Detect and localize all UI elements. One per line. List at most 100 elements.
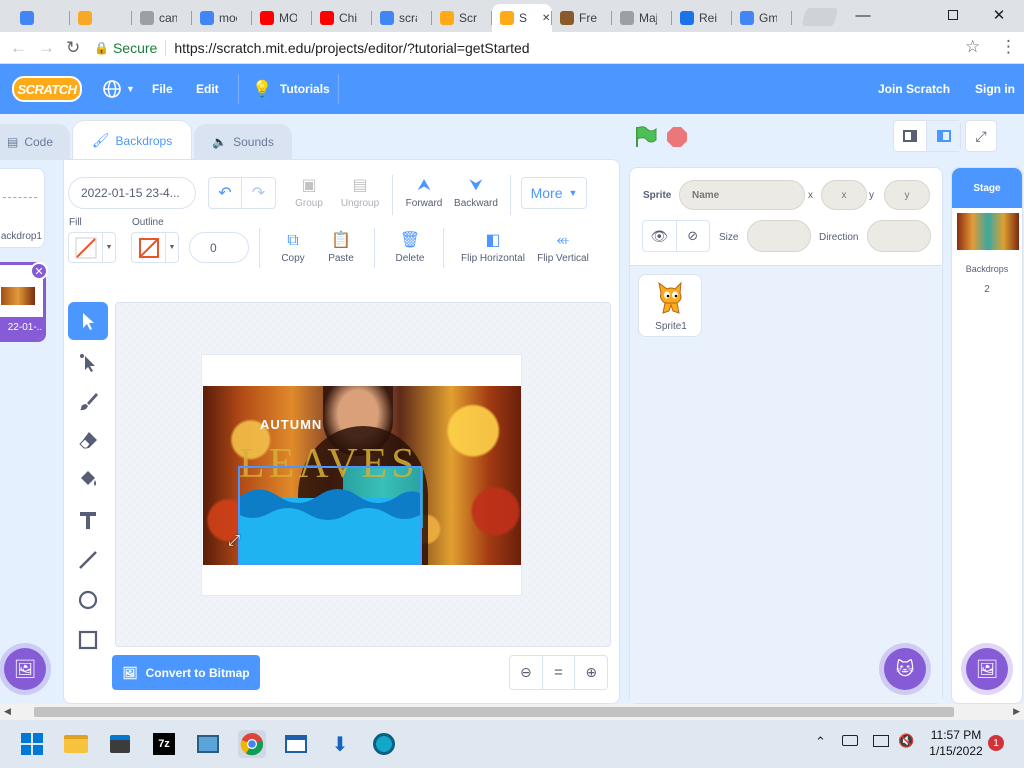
eraser-tool[interactable] bbox=[68, 421, 108, 459]
downloads-button[interactable]: ⬇ bbox=[326, 730, 354, 758]
7zip-button[interactable]: 7z bbox=[150, 730, 178, 758]
clock[interactable]: 11:57 PM 1/15/2022 bbox=[926, 728, 986, 758]
outline-width-input[interactable] bbox=[189, 232, 249, 263]
copy-button[interactable]: ⧉ Copy bbox=[278, 232, 308, 264]
green-flag-button[interactable] bbox=[632, 124, 658, 150]
x-input[interactable]: x bbox=[821, 180, 867, 210]
scroll-right-icon[interactable]: ▶ bbox=[1013, 706, 1020, 717]
text-tool[interactable] bbox=[68, 501, 108, 539]
browser-tab[interactable]: scra bbox=[372, 4, 432, 32]
convert-to-bitmap-button[interactable]: 🖼 Convert to Bitmap bbox=[112, 655, 260, 690]
zoom-reset-button[interactable]: = bbox=[543, 656, 576, 689]
show-button[interactable]: 👁 bbox=[643, 221, 677, 251]
direction-input[interactable] bbox=[867, 220, 931, 252]
new-tab-button[interactable] bbox=[801, 8, 839, 26]
small-stage-button[interactable] bbox=[894, 121, 928, 151]
size-input[interactable] bbox=[747, 220, 811, 252]
browser-tab[interactable]: Free bbox=[552, 4, 612, 32]
fill-tool[interactable] bbox=[68, 460, 108, 498]
forward-button[interactable]: ⮝ Forward bbox=[402, 177, 446, 209]
hide-button[interactable]: ⊘ bbox=[677, 221, 710, 251]
outline-color-picker[interactable]: ▼ bbox=[131, 232, 179, 263]
maximize-button[interactable] bbox=[930, 0, 976, 30]
choose-sprite-button[interactable]: 🐱 bbox=[884, 648, 926, 690]
bookmark-star-icon[interactable]: ☆ bbox=[965, 37, 980, 57]
large-stage-button[interactable] bbox=[927, 121, 960, 151]
select-tool[interactable] bbox=[68, 302, 108, 340]
flip-vertical-button[interactable]: ⬴ Flip Vertical bbox=[535, 232, 591, 264]
zoom-out-button[interactable]: ⊖ bbox=[510, 656, 543, 689]
sprite-tile[interactable]: Sprite1 bbox=[638, 274, 702, 337]
choose-stage-backdrop-button[interactable]: 🖼 bbox=[966, 648, 1008, 690]
y-input[interactable]: y bbox=[884, 180, 930, 210]
browser-tab[interactable]: S ✕ bbox=[492, 4, 552, 32]
browser-tab[interactable] bbox=[12, 4, 70, 32]
url-text[interactable]: https://scratch.mit.edu/projects/editor/… bbox=[174, 40, 529, 56]
browser-tab[interactable]: Rei bbox=[672, 4, 732, 32]
redo-button[interactable]: ↷ bbox=[242, 178, 275, 208]
backward-button[interactable]: ⮟ Backward bbox=[452, 177, 500, 209]
browser-tab[interactable]: Gm bbox=[732, 4, 792, 32]
sprite-name-input[interactable]: Name bbox=[679, 180, 805, 210]
file-menu[interactable]: File bbox=[152, 64, 173, 114]
undo-button[interactable]: ↶ bbox=[209, 178, 243, 208]
edit-menu[interactable]: Edit bbox=[196, 64, 219, 114]
stop-button[interactable] bbox=[666, 126, 688, 148]
close-window-button[interactable]: ✕ bbox=[976, 0, 1022, 30]
start-button[interactable] bbox=[18, 730, 46, 758]
tab-sounds[interactable]: 🔈 Sounds bbox=[194, 124, 292, 160]
store-button[interactable] bbox=[106, 730, 134, 758]
more-dropdown[interactable]: More ▼ bbox=[521, 177, 587, 209]
tab-backdrops[interactable]: 🖌 Backdrops bbox=[72, 120, 192, 160]
control-panel-button[interactable] bbox=[194, 730, 222, 758]
selection-box[interactable] bbox=[238, 466, 422, 565]
browser-tab[interactable]: Maj bbox=[612, 4, 672, 32]
ungroup-button[interactable]: ▤ Ungroup bbox=[338, 177, 382, 209]
reload-icon[interactable]: ↻ bbox=[66, 38, 80, 58]
stage-header[interactable]: Stage bbox=[952, 168, 1022, 208]
group-button[interactable]: ▣ Group bbox=[290, 177, 328, 209]
rectangle-tool[interactable] bbox=[68, 621, 108, 659]
browser-tab[interactable]: MO bbox=[252, 4, 312, 32]
horizontal-scrollbar[interactable]: ◀ ▶ bbox=[0, 704, 1024, 720]
line-tool[interactable] bbox=[68, 541, 108, 579]
flip-horizontal-button[interactable]: ◧ Flip Horizontal bbox=[458, 232, 528, 264]
scroll-left-icon[interactable]: ◀ bbox=[4, 706, 11, 717]
delete-backdrop-button[interactable]: ✕ bbox=[30, 262, 48, 280]
browser-tab[interactable]: canc bbox=[132, 4, 192, 32]
scratch-logo[interactable]: SCRATCH bbox=[12, 76, 82, 102]
notification-badge[interactable]: 1 bbox=[988, 735, 1004, 751]
scroll-thumb[interactable] bbox=[34, 707, 954, 717]
backdrop-image[interactable]: AUTUMN LEAVES bbox=[203, 386, 521, 565]
stage-thumbnail[interactable] bbox=[957, 213, 1019, 250]
tray-chevron-icon[interactable]: ⌃ bbox=[815, 734, 826, 750]
tutorials-menu[interactable]: 💡 Tutorials bbox=[252, 64, 330, 114]
backdrop-item[interactable]: ackdrop1 bbox=[0, 168, 45, 248]
browser-tab[interactable]: Chil bbox=[312, 4, 372, 32]
browser-tab[interactable]: Scra bbox=[432, 4, 492, 32]
keyboard-icon[interactable] bbox=[842, 735, 858, 746]
browser-tab[interactable]: moc bbox=[192, 4, 252, 32]
circle-tool[interactable] bbox=[68, 581, 108, 619]
chrome-menu-icon[interactable]: ⋮ bbox=[1000, 37, 1017, 57]
sign-in-link[interactable]: Sign in bbox=[975, 64, 1015, 114]
paste-button[interactable]: 📋 Paste bbox=[325, 232, 357, 264]
fullscreen-button[interactable]: ⤢ bbox=[965, 120, 997, 152]
language-menu[interactable]: ▼ bbox=[102, 64, 135, 114]
browser-tab[interactable] bbox=[70, 4, 132, 32]
reshape-tool[interactable] bbox=[68, 343, 108, 381]
minimize-button[interactable]: — bbox=[840, 0, 886, 30]
fill-color-picker[interactable]: ▼ bbox=[68, 232, 116, 263]
file-explorer-button[interactable] bbox=[62, 730, 90, 758]
choose-backdrop-button[interactable]: 🖼 bbox=[4, 648, 46, 690]
app-window-button[interactable] bbox=[282, 730, 310, 758]
speaker-muted-icon[interactable]: 🔇 bbox=[898, 733, 914, 749]
zoom-in-button[interactable]: ⊕ bbox=[575, 656, 607, 689]
forward-icon[interactable]: → bbox=[38, 38, 55, 58]
tab-code[interactable]: ▤ Code bbox=[0, 124, 70, 160]
brush-tool[interactable] bbox=[68, 382, 108, 420]
display-icon[interactable] bbox=[873, 735, 889, 747]
back-icon[interactable]: ← bbox=[10, 38, 27, 58]
join-scratch-link[interactable]: Join Scratch bbox=[878, 64, 950, 114]
app-button[interactable] bbox=[370, 730, 398, 758]
